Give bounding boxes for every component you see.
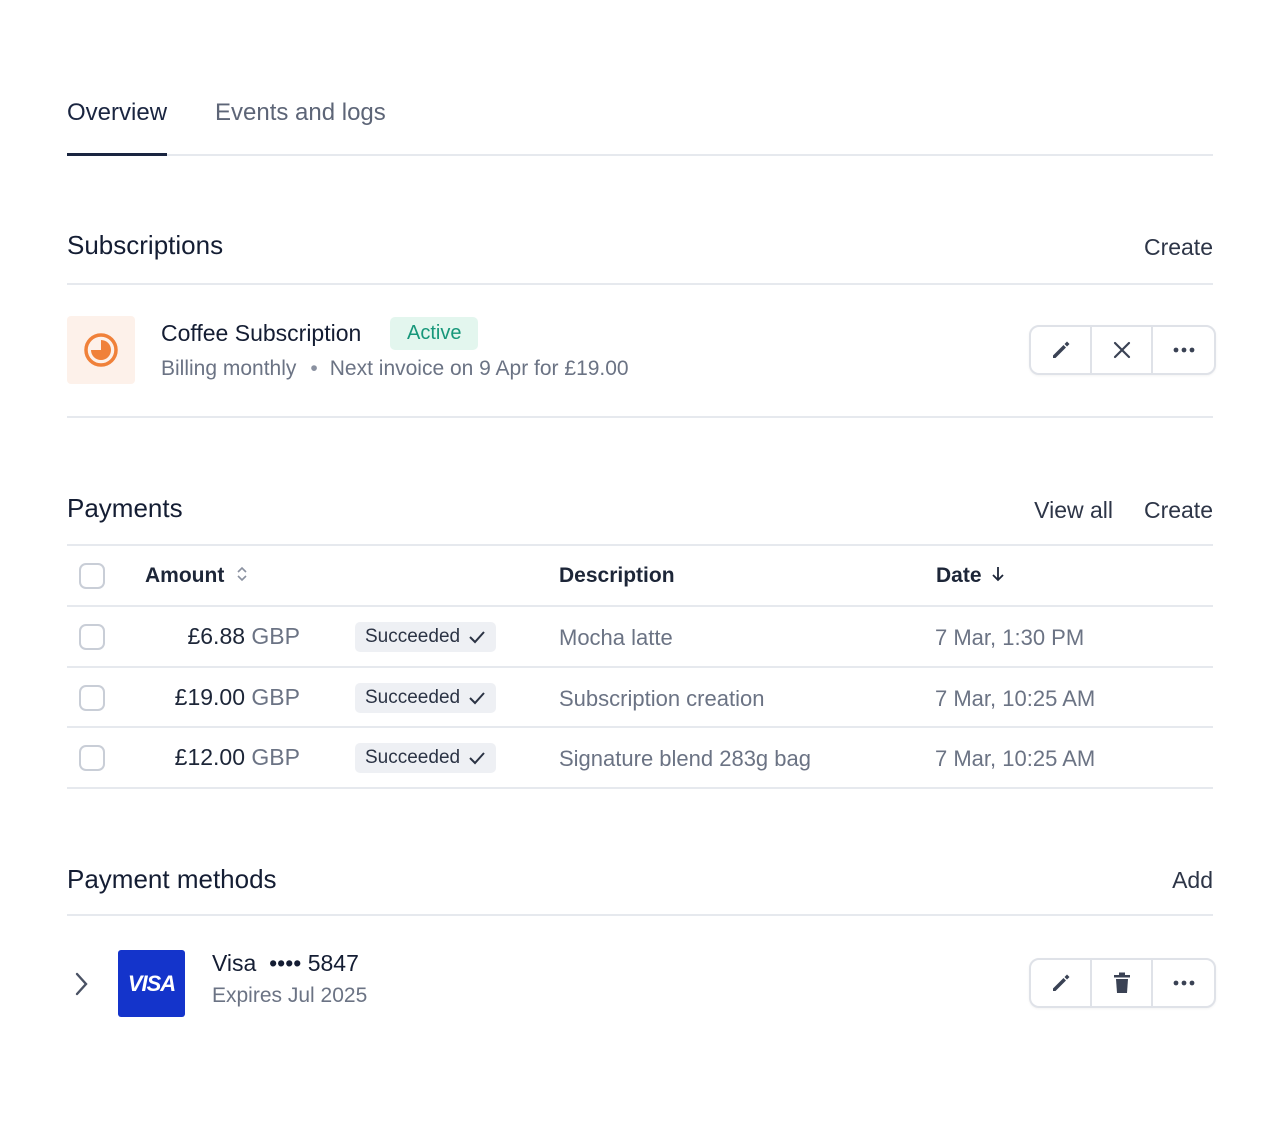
subscription-clock-icon <box>84 333 118 367</box>
edit-payment-method-button[interactable] <box>1031 960 1092 1006</box>
close-icon <box>1113 341 1130 359</box>
add-payment-method-button[interactable]: Add <box>1172 867 1213 894</box>
check-icon <box>469 631 485 644</box>
sort-icon <box>237 566 247 582</box>
divider <box>67 283 1213 285</box>
tab-bar: Overview Events and logs <box>67 92 1213 156</box>
status-label: Succeeded <box>365 626 461 647</box>
next-invoice: Next invoice on 9 Apr for £19.00 <box>329 357 629 380</box>
divider <box>67 787 1213 789</box>
payment-amount: £19.00 GBP <box>175 684 300 711</box>
pencil-icon <box>1052 341 1069 358</box>
table-row[interactable]: £6.88 GBP Succeeded Mocha latte 7 Mar, 1… <box>67 607 1213 668</box>
card-expiry: Expires Jul 2025 <box>212 984 368 1007</box>
check-icon <box>469 752 485 765</box>
payments-title: Payments <box>67 493 183 523</box>
more-icon <box>1173 980 1194 986</box>
amount-currency: GBP <box>251 744 300 770</box>
payments-table-header: Amount Description Date <box>67 546 1213 606</box>
payment-description: Signature blend 283g bag <box>559 746 811 771</box>
trash-icon <box>1113 972 1130 993</box>
payment-date: 7 Mar, 10:25 AM <box>935 746 1096 771</box>
status-badge: Succeeded <box>355 743 497 773</box>
amount-currency: GBP <box>251 623 300 649</box>
view-all-payments-link[interactable]: View all <box>1034 497 1113 524</box>
subscription-thumbnail <box>67 316 135 384</box>
payment-date: 7 Mar, 1:30 PM <box>935 625 1085 650</box>
card-brand: Visa <box>212 950 257 976</box>
payment-description: Mocha latte <box>559 625 673 650</box>
row-checkbox[interactable] <box>79 624 105 650</box>
tab-overview[interactable]: Overview <box>67 92 168 156</box>
table-row[interactable]: £19.00 GBP Succeeded Subscription creati… <box>67 668 1213 729</box>
create-subscription-button[interactable]: Create <box>1144 234 1213 261</box>
table-row[interactable]: £12.00 GBP Succeeded Signature blend 283… <box>67 728 1213 789</box>
status-badge: Succeeded <box>355 622 497 652</box>
subscriptions-title: Subscriptions <box>67 230 224 260</box>
status-label: Succeeded <box>365 747 461 768</box>
column-date-label: Date <box>936 564 982 587</box>
check-icon <box>469 692 485 705</box>
divider <box>67 416 1213 418</box>
meta-separator: • <box>310 357 318 380</box>
subscription-meta: Billing monthly • Next invoice on 9 Apr fo… <box>161 357 629 381</box>
amount-currency: GBP <box>251 684 300 710</box>
payment-date: 7 Mar, 10:25 AM <box>935 686 1096 711</box>
more-icon <box>1173 347 1194 353</box>
row-checkbox[interactable] <box>79 685 105 711</box>
more-payment-method-button[interactable] <box>1153 960 1214 1006</box>
status-badge: Active <box>390 317 479 350</box>
tab-events-and-logs[interactable]: Events and logs <box>215 92 386 134</box>
row-checkbox[interactable] <box>79 745 105 771</box>
divider <box>67 914 1213 916</box>
cancel-subscription-button[interactable] <box>1092 327 1153 373</box>
arrow-down-icon <box>992 567 1005 582</box>
subscription-name[interactable]: Coffee Subscription <box>161 320 361 347</box>
payment-amount: £12.00 GBP <box>175 744 300 771</box>
create-payment-button[interactable]: Create <box>1144 497 1213 524</box>
card-name: Visa •••• 5847 <box>212 950 359 977</box>
column-date[interactable]: Date <box>936 564 1005 588</box>
chevron-right-icon[interactable] <box>71 970 91 998</box>
column-amount[interactable]: Amount <box>145 564 248 588</box>
amount-value: £19.00 <box>174 684 246 710</box>
card-last4: •••• 5847 <box>269 950 359 976</box>
payment-description: Subscription creation <box>559 686 765 711</box>
payment-method-actions <box>1029 958 1216 1008</box>
column-description[interactable]: Description <box>559 564 675 588</box>
select-all-checkbox[interactable] <box>79 563 105 589</box>
payment-methods-title: Payment methods <box>67 864 277 894</box>
more-subscription-button[interactable] <box>1153 327 1214 373</box>
delete-payment-method-button[interactable] <box>1092 960 1153 1006</box>
subscription-actions <box>1029 325 1216 375</box>
payment-amount: £6.88 GBP <box>187 623 300 650</box>
visa-logo: VISA <box>118 950 185 1017</box>
column-amount-label: Amount <box>145 564 225 587</box>
amount-value: £6.88 <box>187 623 246 649</box>
status-badge: Succeeded <box>355 683 497 713</box>
amount-value: £12.00 <box>174 744 246 770</box>
status-label: Succeeded <box>365 687 461 708</box>
edit-subscription-button[interactable] <box>1031 327 1092 373</box>
pencil-icon <box>1052 974 1069 991</box>
billing-interval: Billing monthly <box>161 357 297 380</box>
